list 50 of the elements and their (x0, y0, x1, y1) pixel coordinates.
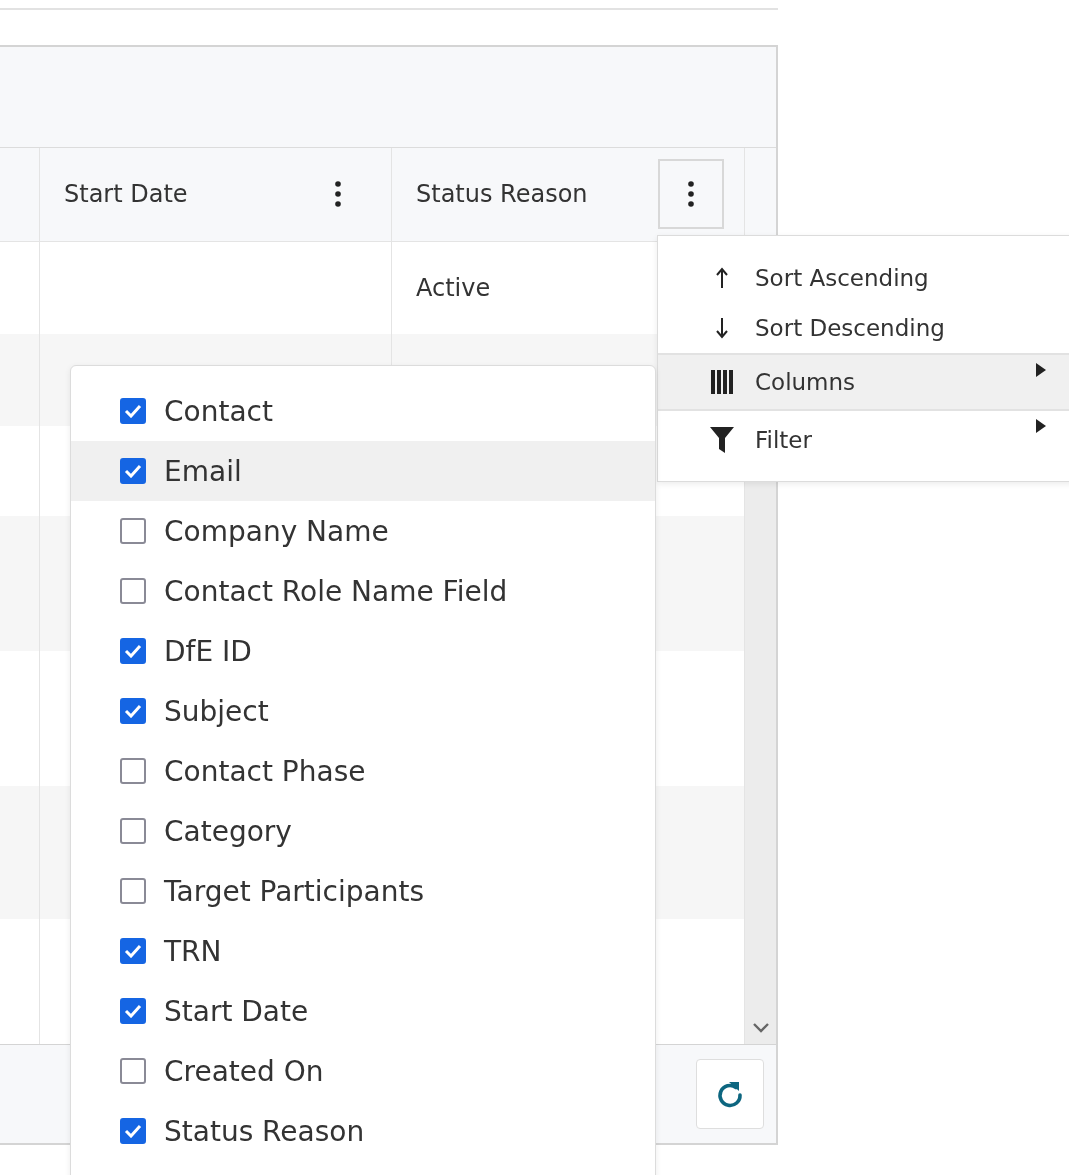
column-option[interactable]: Contact Phase (71, 741, 655, 801)
column-option[interactable]: Category (71, 801, 655, 861)
checkbox[interactable] (120, 1058, 146, 1084)
filter-icon (709, 427, 734, 453)
refresh-button[interactable] (696, 1059, 764, 1129)
kebab-icon (688, 181, 694, 208)
kebab-icon (335, 181, 341, 208)
checkbox[interactable] (120, 938, 146, 964)
checkbox[interactable] (120, 698, 146, 724)
checkbox[interactable] (120, 638, 146, 664)
submenu-arrow-icon (1036, 419, 1046, 433)
checkmark-icon (124, 404, 142, 418)
table-cell: Active (416, 274, 491, 302)
checkmark-icon (124, 644, 142, 658)
column-option[interactable]: Subject (71, 681, 655, 741)
column-option[interactable]: TRN (71, 921, 655, 981)
checkbox[interactable] (120, 518, 146, 544)
column-option[interactable]: Contact (71, 381, 655, 441)
column-option[interactable]: Target Participants (71, 861, 655, 921)
checkmark-icon (124, 944, 142, 958)
column-option[interactable]: Email (71, 441, 655, 501)
menu-item[interactable]: Filter (658, 411, 1069, 469)
checkmark-icon (124, 1124, 142, 1138)
column-option[interactable]: Created On (71, 1041, 655, 1101)
arrow-up-icon (714, 267, 729, 289)
checkmark-icon (124, 704, 142, 718)
menu-item[interactable]: Sort Descending (658, 303, 1069, 353)
column-option[interactable]: Company Name (71, 501, 655, 561)
column-option[interactable]: Start Date (71, 981, 655, 1041)
chevron-down-icon[interactable] (751, 1022, 770, 1034)
checkmark-icon (124, 464, 142, 478)
checkbox[interactable] (120, 758, 146, 784)
menu-item[interactable]: Sort Ascending (658, 253, 1069, 303)
header-label: Start Date (64, 180, 188, 209)
column-option[interactable]: Status Reason (71, 1101, 655, 1161)
checkbox[interactable] (120, 818, 146, 844)
submenu-arrow-icon (1036, 363, 1046, 377)
checkbox[interactable] (120, 878, 146, 904)
checkbox[interactable] (120, 1118, 146, 1144)
arrow-down-icon (714, 317, 729, 339)
checkmark-icon (124, 1004, 142, 1018)
checkbox[interactable] (120, 578, 146, 604)
columns-icon (710, 370, 733, 394)
checkbox[interactable] (120, 398, 146, 424)
checkbox[interactable] (120, 458, 146, 484)
checkbox[interactable] (120, 998, 146, 1024)
column-option[interactable]: DfE ID (71, 621, 655, 681)
header-label: Status Reason (416, 180, 588, 209)
menu-item[interactable]: Columns (658, 355, 1069, 409)
column-option[interactable]: Contact Role Name Field (71, 561, 655, 621)
